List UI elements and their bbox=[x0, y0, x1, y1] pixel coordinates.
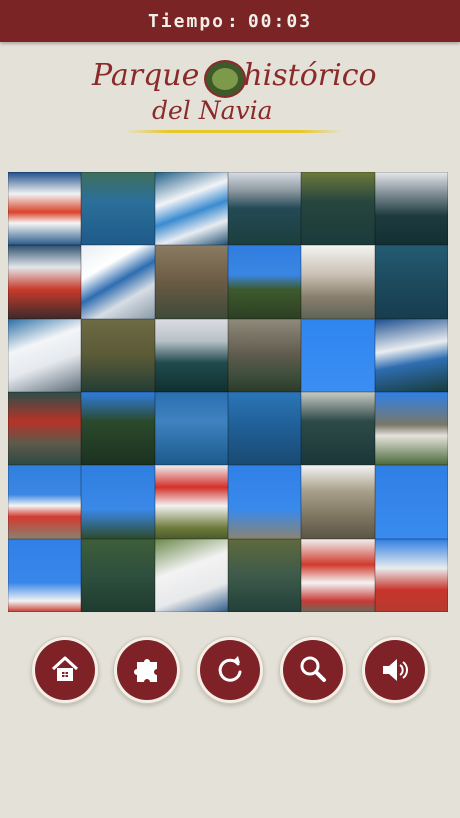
puzzle-tile-boat-keel-water[interactable] bbox=[154, 318, 228, 392]
puzzle-tile-mossy-wall[interactable] bbox=[81, 318, 155, 392]
timer-label: Tiempo bbox=[147, 10, 225, 32]
puzzle-tile-stone-house[interactable] bbox=[154, 245, 228, 319]
puzzle-tile-harbor-wall-water[interactable] bbox=[301, 172, 375, 246]
puzzle-pieces-button[interactable] bbox=[117, 640, 177, 700]
puzzle-tile-boat-red-white[interactable] bbox=[8, 172, 82, 246]
restart-icon bbox=[218, 656, 242, 682]
puzzle-tile-sky-trees[interactable] bbox=[81, 465, 155, 539]
puzzle-tile-harbor-water[interactable] bbox=[81, 172, 155, 246]
logo-emblem-icon bbox=[204, 60, 246, 98]
puzzle-tile-blue-sky[interactable] bbox=[301, 318, 375, 392]
magnifier-icon bbox=[300, 656, 326, 682]
puzzle-tile-red-window-house[interactable] bbox=[154, 465, 228, 539]
puzzle-tile-red-balcony-house[interactable] bbox=[301, 538, 375, 612]
logo-line-2: del Navia bbox=[152, 96, 273, 125]
timer-bar: Tiempo : 00:03 bbox=[0, 0, 460, 42]
preview-button[interactable] bbox=[283, 640, 343, 700]
puzzle-tile-green-water[interactable] bbox=[228, 538, 302, 612]
puzzle-tile-boat-bow-water[interactable] bbox=[374, 172, 448, 246]
timer-separator: : bbox=[227, 10, 240, 32]
home-icon bbox=[51, 656, 79, 681]
puzzle-icon bbox=[134, 659, 157, 682]
puzzle-tile-lamp-white-house[interactable] bbox=[8, 538, 82, 612]
puzzle-board bbox=[8, 172, 448, 612]
puzzle-tile-village-houses[interactable] bbox=[374, 392, 448, 466]
puzzle-tile-trees-sky[interactable] bbox=[81, 392, 155, 466]
puzzle-tile-blue-white-boat[interactable] bbox=[374, 318, 448, 392]
puzzle-tile-stone-quay[interactable] bbox=[228, 318, 302, 392]
control-bar bbox=[0, 640, 460, 702]
puzzle-tile-house-chimney[interactable] bbox=[8, 465, 82, 539]
puzzle-tile-street-lamp-sky[interactable] bbox=[228, 465, 302, 539]
timer-value: 00:03 bbox=[247, 10, 313, 32]
parque-historico-logo: Parque histórico del Navia bbox=[60, 52, 400, 142]
puzzle-tile-white-rowboat[interactable] bbox=[81, 245, 155, 319]
puzzle-tile-reflection-water[interactable] bbox=[154, 392, 228, 466]
puzzle-tile-canal-green[interactable] bbox=[81, 538, 155, 612]
puzzle-tile-calm-water[interactable] bbox=[228, 392, 302, 466]
puzzle-tile-white-building[interactable] bbox=[301, 245, 375, 319]
puzzle-tile-blue-water[interactable] bbox=[374, 245, 448, 319]
puzzle-tile-fishing-boat-red[interactable] bbox=[374, 538, 448, 612]
sound-icon bbox=[383, 659, 408, 681]
puzzle-tile-rowboats-blue[interactable] bbox=[154, 172, 228, 246]
logo-swoosh bbox=[124, 130, 344, 133]
home-button[interactable] bbox=[35, 640, 95, 700]
puzzle-tile-boat-hull-water[interactable] bbox=[228, 172, 302, 246]
puzzle-tile-boat-flowers[interactable] bbox=[154, 538, 228, 612]
puzzle-tile-red-boat-quay[interactable] bbox=[8, 392, 82, 466]
restart-button[interactable] bbox=[200, 640, 260, 700]
puzzle-tile-hill-sky[interactable] bbox=[228, 245, 302, 319]
puzzle-tile-balcony-wall[interactable] bbox=[301, 465, 375, 539]
logo-word-parque: Parque bbox=[92, 58, 200, 93]
puzzle-tile-mooring-lines[interactable] bbox=[301, 392, 375, 466]
puzzle-tile-white-motorboat[interactable] bbox=[8, 318, 82, 392]
puzzle-tile-clear-sky[interactable] bbox=[374, 465, 448, 539]
puzzle-tile-boat-red-hull[interactable] bbox=[8, 245, 82, 319]
sound-button[interactable] bbox=[365, 640, 425, 700]
logo-word-historico: histórico bbox=[243, 58, 377, 93]
